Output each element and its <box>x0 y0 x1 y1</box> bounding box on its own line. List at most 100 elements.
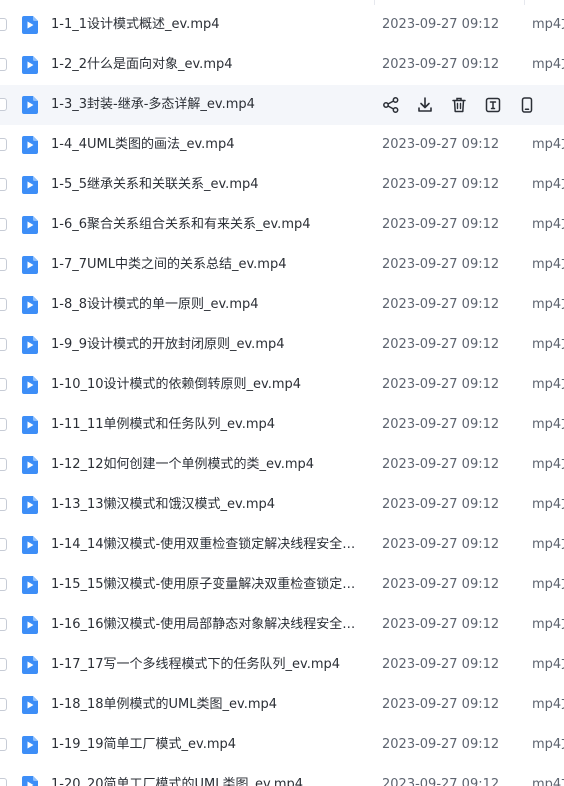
file-row[interactable]: 1-9_9设计模式的开放封闭原则_ev.mp4 2023-09-27 09:12 m… <box>0 325 564 365</box>
file-name-link[interactable]: 1-5_5继承关系和关联关系_ev.mp4 <box>51 176 365 194</box>
row-checkbox[interactable] <box>0 578 7 591</box>
file-type: mp4文 <box>532 737 564 752</box>
file-name-link[interactable]: 1-8_8设计模式的单一原则_ev.mp4 <box>51 296 365 314</box>
row-checkbox[interactable] <box>0 98 7 111</box>
modified-date: 2023-09-27 09:12 <box>382 57 500 72</box>
video-file-icon <box>22 376 38 394</box>
file-type: mp4文 <box>532 577 564 592</box>
file-name-link[interactable]: 1-13_13懒汉模式和饿汉模式_ev.mp4 <box>51 496 365 514</box>
file-list: 1-1_1设计模式概述_ev.mp42023-09-27 09:12mp4文1-… <box>0 0 564 786</box>
video-file-icon <box>22 16 38 34</box>
video-file-icon <box>22 56 38 74</box>
video-file-icon <box>22 176 38 194</box>
file-row[interactable]: 1-14_14懒汉模式-使用双重检查锁定解决线程安全问题_ev.mp4 2023-… <box>0 525 564 565</box>
video-file-icon <box>22 776 38 786</box>
file-type: mp4文 <box>532 217 564 232</box>
file-row[interactable]: 1-3_3封装-继承-多态详解_ev.mp4 <box>0 85 564 125</box>
file-name-link[interactable]: 1-3_3封装-继承-多态详解_ev.mp4 <box>51 96 365 114</box>
mobile-icon[interactable] <box>518 96 536 114</box>
file-name-link[interactable]: 1-2_2什么是面向对象_ev.mp4 <box>51 56 365 74</box>
file-row[interactable]: 1-12_12如何创建一个单例模式的类_ev.mp4 2023-09-27 09:… <box>0 445 564 485</box>
row-checkbox[interactable] <box>0 458 7 471</box>
row-checkbox[interactable] <box>0 378 7 391</box>
file-name-link[interactable]: 1-14_14懒汉模式-使用双重检查锁定解决线程安全问题_ev.mp4 <box>51 536 365 554</box>
video-file-icon <box>22 456 38 474</box>
modified-date: 2023-09-27 09:12 <box>382 297 500 312</box>
video-file-icon <box>22 96 38 114</box>
file-type: mp4文 <box>532 297 564 312</box>
file-row[interactable]: 1-1_1设计模式概述_ev.mp4 2023-09-27 09:12 mp4文 <box>0 5 564 45</box>
modified-date: 2023-09-27 09:12 <box>382 417 500 432</box>
file-name-link[interactable]: 1-16_16懒汉模式-使用局部静态对象解决线程安全问题_ev.mp4 <box>51 616 365 634</box>
row-checkbox[interactable] <box>0 218 7 231</box>
file-row[interactable]: 1-19_19简单工厂模式_ev.mp4 2023-09-27 09:12 mp4文 <box>0 725 564 765</box>
file-name-link[interactable]: 1-20_20简单工厂模式的UML类图_ev.mp4 <box>51 776 365 786</box>
row-checkbox[interactable] <box>0 778 7 786</box>
file-row[interactable]: 1-16_16懒汉模式-使用局部静态对象解决线程安全问题_ev.mp4 2023-… <box>0 605 564 645</box>
file-type: mp4文 <box>532 177 564 192</box>
modified-date: 2023-09-27 09:12 <box>382 217 500 232</box>
file-name-link[interactable]: 1-9_9设计模式的开放封闭原则_ev.mp4 <box>51 336 365 354</box>
video-file-icon <box>22 696 38 714</box>
file-row[interactable]: 1-4_4UML类图的画法_ev.mp4 2023-09-27 09:12 mp4文 <box>0 125 564 165</box>
file-name-link[interactable]: 1-17_17写一个多线程模式下的任务队列_ev.mp4 <box>51 656 365 674</box>
row-checkbox[interactable] <box>0 658 7 671</box>
file-row[interactable]: 1-8_8设计模式的单一原则_ev.mp4 2023-09-27 09:12 mp4… <box>0 285 564 325</box>
video-file-icon <box>22 136 38 154</box>
row-checkbox[interactable] <box>0 138 7 151</box>
modified-date: 2023-09-27 09:12 <box>382 497 500 512</box>
row-checkbox[interactable] <box>0 538 7 551</box>
row-checkbox[interactable] <box>0 738 7 751</box>
file-name-link[interactable]: 1-1_1设计模式概述_ev.mp4 <box>51 16 365 34</box>
row-checkbox[interactable] <box>0 418 7 431</box>
file-row[interactable]: 1-10_10设计模式的依赖倒转原则_ev.mp4 2023-09-27 09:1… <box>0 365 564 405</box>
modified-date: 2023-09-27 09:12 <box>382 177 500 192</box>
file-type: mp4文 <box>532 617 564 632</box>
modified-date: 2023-09-27 09:12 <box>382 617 500 632</box>
file-row[interactable]: 1-18_18单例模式的UML类图_ev.mp4 2023-09-27 09:12… <box>0 685 564 725</box>
video-file-icon <box>22 736 38 754</box>
row-checkbox[interactable] <box>0 338 7 351</box>
modified-date: 2023-09-27 09:12 <box>382 257 500 272</box>
modified-date: 2023-09-27 09:12 <box>382 137 500 152</box>
file-name-link[interactable]: 1-12_12如何创建一个单例模式的类_ev.mp4 <box>51 456 365 474</box>
row-checkbox[interactable] <box>0 178 7 191</box>
file-name-link[interactable]: 1-19_19简单工厂模式_ev.mp4 <box>51 736 365 754</box>
row-checkbox[interactable] <box>0 258 7 271</box>
file-name-link[interactable]: 1-6_6聚合关系组合关系和有来关系_ev.mp4 <box>51 216 365 234</box>
file-name-link[interactable]: 1-15_15懒汉模式-使用原子变量解决双重检查锁定的问题_ev.mp4 <box>51 576 365 594</box>
file-row[interactable]: 1-2_2什么是面向对象_ev.mp4 2023-09-27 09:12 mp4文 <box>0 45 564 85</box>
file-name-link[interactable]: 1-4_4UML类图的画法_ev.mp4 <box>51 136 365 154</box>
file-name-link[interactable]: 1-7_7UML中类之间的关系总结_ev.mp4 <box>51 256 365 274</box>
modified-date: 2023-09-27 09:12 <box>382 537 500 552</box>
file-name-link[interactable]: 1-11_11单例模式和任务队列_ev.mp4 <box>51 416 365 434</box>
row-checkbox[interactable] <box>0 18 7 31</box>
share-icon[interactable] <box>382 96 400 114</box>
video-file-icon <box>22 576 38 594</box>
file-name-link[interactable]: 1-10_10设计模式的依赖倒转原则_ev.mp4 <box>51 376 365 394</box>
modified-date: 2023-09-27 09:12 <box>382 337 500 352</box>
rename-icon[interactable] <box>484 96 502 114</box>
file-name-link[interactable]: 1-18_18单例模式的UML类图_ev.mp4 <box>51 696 365 714</box>
file-type: mp4文 <box>532 417 564 432</box>
file-type: mp4文 <box>532 537 564 552</box>
download-icon[interactable] <box>416 96 434 114</box>
file-row[interactable]: 1-6_6聚合关系组合关系和有来关系_ev.mp4 2023-09-27 09:1… <box>0 205 564 245</box>
file-row[interactable]: 1-5_5继承关系和关联关系_ev.mp4 2023-09-27 09:12 mp4… <box>0 165 564 205</box>
delete-icon[interactable] <box>450 96 468 114</box>
file-row[interactable]: 1-11_11单例模式和任务队列_ev.mp4 2023-09-27 09:12 m… <box>0 405 564 445</box>
file-row[interactable]: 1-13_13懒汉模式和饿汉模式_ev.mp4 2023-09-27 09:12 m… <box>0 485 564 525</box>
file-row[interactable]: 1-7_7UML中类之间的关系总结_ev.mp4 2023-09-27 09:12… <box>0 245 564 285</box>
row-checkbox[interactable] <box>0 58 7 71</box>
row-checkbox[interactable] <box>0 298 7 311</box>
modified-date: 2023-09-27 09:12 <box>382 457 500 472</box>
row-checkbox[interactable] <box>0 698 7 711</box>
modified-date: 2023-09-27 09:12 <box>382 17 500 32</box>
file-row[interactable]: 1-15_15懒汉模式-使用原子变量解决双重检查锁定的问题_ev.mp4 2023… <box>0 565 564 605</box>
file-row[interactable]: 1-20_20简单工厂模式的UML类图_ev.mp4 2023-09-27 09:… <box>0 765 564 786</box>
row-checkbox[interactable] <box>0 498 7 511</box>
file-type: mp4文 <box>532 377 564 392</box>
file-row[interactable]: 1-17_17写一个多线程模式下的任务队列_ev.mp4 2023-09-27 0… <box>0 645 564 685</box>
file-type: mp4文 <box>532 137 564 152</box>
row-checkbox[interactable] <box>0 618 7 631</box>
